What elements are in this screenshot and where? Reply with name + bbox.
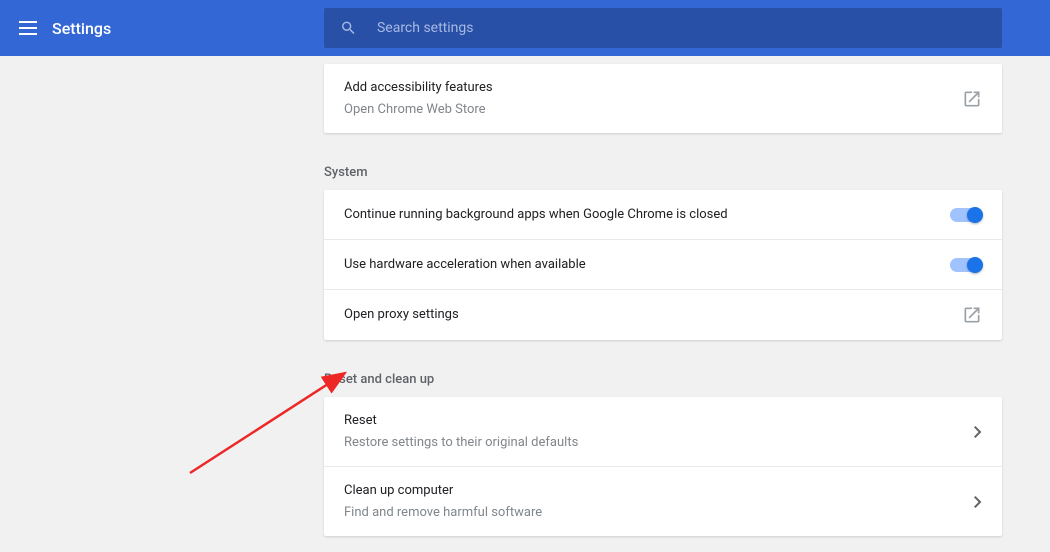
reset-subtitle: Restore settings to their original defau… — [344, 433, 974, 453]
page-title: Settings — [52, 19, 111, 38]
chevron-right-icon — [974, 496, 982, 508]
background-apps-label: Continue running background apps when Go… — [344, 205, 950, 225]
proxy-settings-label: Open proxy settings — [344, 305, 962, 325]
external-link-icon — [962, 89, 982, 109]
row-text: Open proxy settings — [344, 305, 962, 325]
reset-title: Reset — [344, 411, 974, 431]
chevron-right-icon — [974, 426, 982, 438]
hardware-acceleration-label: Use hardware acceleration when available — [344, 255, 950, 275]
toggle-knob — [967, 207, 983, 223]
add-accessibility-row[interactable]: Add accessibility features Open Chrome W… — [324, 64, 1002, 133]
system-card: Continue running background apps when Go… — [324, 190, 1002, 340]
row-text: Add accessibility features Open Chrome W… — [344, 78, 962, 119]
search-icon — [340, 19, 357, 37]
accessibility-title: Add accessibility features — [344, 78, 962, 98]
hamburger-icon — [19, 19, 37, 37]
accessibility-subtitle: Open Chrome Web Store — [344, 100, 962, 120]
background-apps-row[interactable]: Continue running background apps when Go… — [324, 190, 1002, 240]
search-bar[interactable] — [324, 8, 1002, 48]
cleanup-subtitle: Find and remove harmful software — [344, 503, 974, 523]
row-text: Reset Restore settings to their original… — [344, 411, 974, 452]
hardware-acceleration-toggle[interactable] — [950, 258, 982, 272]
cleanup-title: Clean up computer — [344, 481, 974, 501]
menu-button[interactable] — [8, 8, 48, 48]
background-apps-toggle[interactable] — [950, 208, 982, 222]
toggle-knob — [967, 257, 983, 273]
reset-row[interactable]: Reset Restore settings to their original… — [324, 397, 1002, 467]
external-link-icon — [962, 305, 982, 325]
settings-content: Add accessibility features Open Chrome W… — [324, 56, 1002, 552]
row-text: Clean up computer Find and remove harmfu… — [344, 481, 974, 522]
row-text: Use hardware acceleration when available — [344, 255, 950, 275]
proxy-settings-row[interactable]: Open proxy settings — [324, 290, 1002, 340]
accessibility-card: Add accessibility features Open Chrome W… — [324, 64, 1002, 133]
reset-card: Reset Restore settings to their original… — [324, 397, 1002, 536]
hardware-acceleration-row[interactable]: Use hardware acceleration when available — [324, 240, 1002, 290]
system-section-title: System — [324, 149, 1002, 190]
row-text: Continue running background apps when Go… — [344, 205, 950, 225]
header: Settings — [0, 0, 1050, 56]
cleanup-row[interactable]: Clean up computer Find and remove harmfu… — [324, 467, 1002, 536]
reset-section-title: Reset and clean up — [324, 356, 1002, 397]
search-input[interactable] — [377, 20, 986, 36]
